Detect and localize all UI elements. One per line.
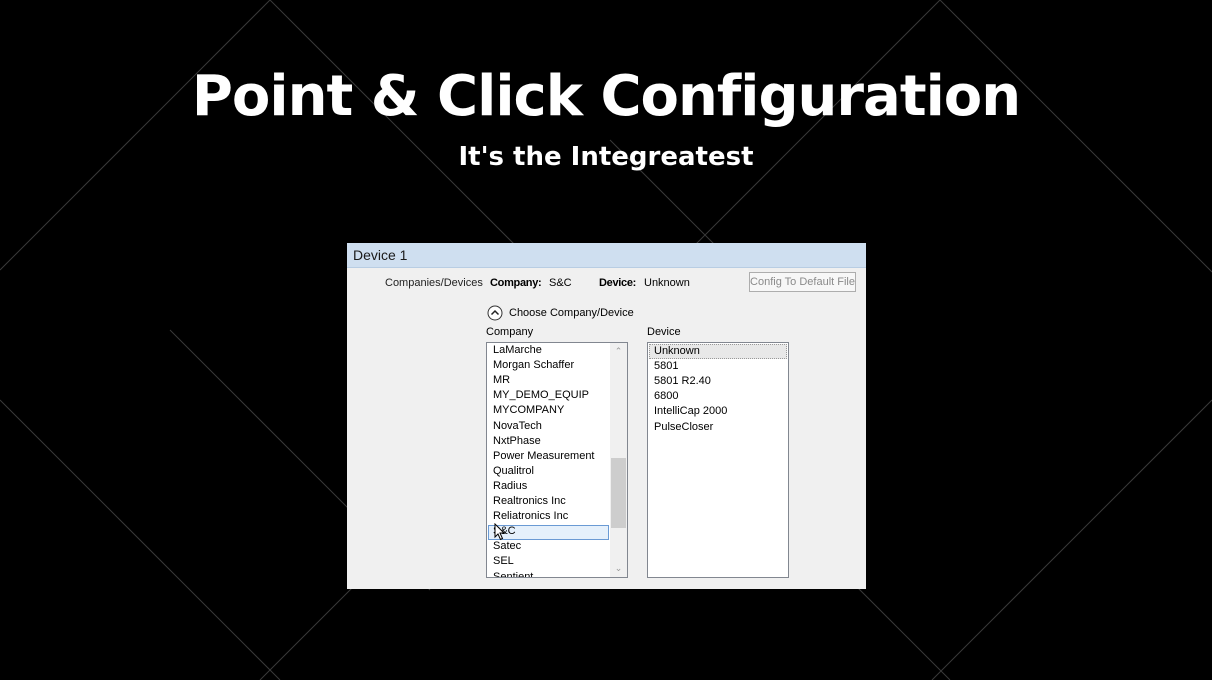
- chevron-up-circle-icon: [487, 305, 503, 321]
- list-item[interactable]: LaMarche: [493, 343, 542, 358]
- company-label: Company:: [490, 277, 542, 289]
- choose-company-device-label: Choose Company/Device: [509, 307, 634, 319]
- config-to-default-file-button[interactable]: Config To Default File: [749, 272, 856, 292]
- window-title: Device 1: [347, 243, 866, 268]
- company-listbox[interactable]: LaMarche Morgan Schaffer MR MY_DEMO_EQUIP MY…: [486, 342, 628, 578]
- device-label: Device:: [599, 277, 637, 289]
- list-item[interactable]: Satec: [493, 539, 521, 554]
- companies-devices-label: Companies/Devices: [385, 277, 483, 289]
- list-item[interactable]: NovaTech: [493, 419, 542, 434]
- device-listbox[interactable]: Unknown 5801 5801 R2.40 6800 IntelliCap 2000…: [647, 342, 789, 578]
- list-item[interactable]: Power Measurement: [493, 449, 595, 464]
- list-item[interactable]: MR: [493, 373, 510, 388]
- list-item[interactable]: MY_DEMO_EQUIP: [493, 388, 589, 403]
- list-item[interactable]: PulseCloser: [654, 420, 713, 435]
- company-value: S&C: [549, 277, 572, 289]
- page-subtitle: It's the Integreatest: [458, 142, 754, 172]
- device-column-label: Device: [647, 326, 681, 338]
- list-item[interactable]: Morgan Schaffer: [493, 358, 574, 373]
- company-column-label: Company: [486, 326, 534, 338]
- chevron-up-icon[interactable]: ⌃: [610, 343, 627, 360]
- list-item[interactable]: Realtronics Inc: [493, 494, 566, 509]
- list-item[interactable]: Sentient: [493, 570, 533, 578]
- list-item[interactable]: 5801 R2.40: [654, 374, 711, 389]
- list-item[interactable]: 6800: [654, 389, 678, 404]
- list-item[interactable]: Unknown: [654, 344, 700, 359]
- list-item[interactable]: IntelliCap 2000: [654, 404, 727, 419]
- scroll-thumb[interactable]: [611, 458, 626, 528]
- list-item[interactable]: NxtPhase: [493, 434, 541, 449]
- list-item[interactable]: SEL: [493, 554, 514, 569]
- chevron-down-icon[interactable]: ⌄: [610, 560, 627, 577]
- device-value: Unknown: [644, 277, 690, 289]
- list-item[interactable]: Reliatronics Inc: [493, 509, 568, 524]
- company-scrollbar[interactable]: ⌃ ⌄: [610, 343, 627, 577]
- list-item[interactable]: MYCOMPANY: [493, 403, 564, 418]
- device-config-window: Device 1 Companies/Devices Company: S&C …: [347, 243, 866, 589]
- list-item[interactable]: 5801: [654, 359, 678, 374]
- page-title: Point & Click Configuration: [191, 64, 1021, 129]
- mouse-cursor-icon: [494, 523, 506, 541]
- list-item[interactable]: Qualitrol: [493, 464, 534, 479]
- list-item[interactable]: Radius: [493, 479, 527, 494]
